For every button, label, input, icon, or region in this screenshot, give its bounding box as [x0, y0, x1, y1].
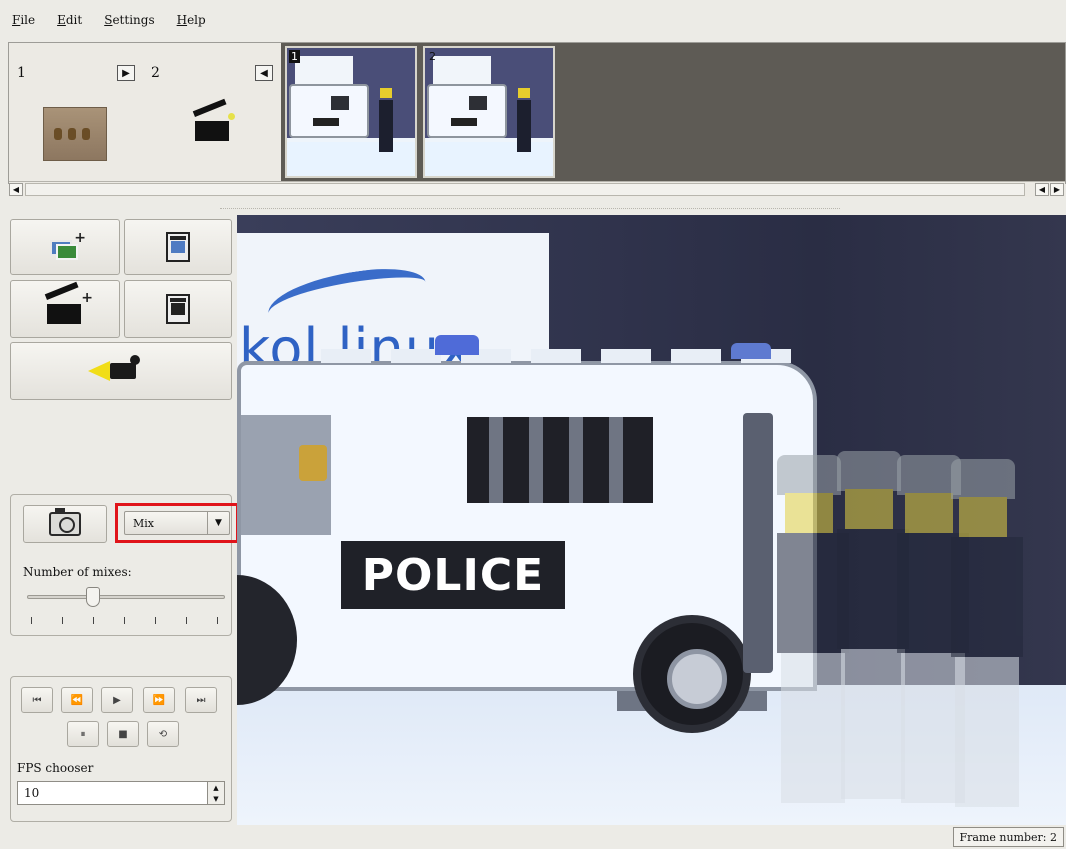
scroll-left-icon[interactable]: ◀: [9, 183, 23, 196]
view-mode-select[interactable]: Mix ▼: [124, 511, 230, 535]
slider-tick: [62, 617, 63, 624]
scroll-left-icon[interactable]: ◀: [1035, 183, 1049, 196]
slider-tick: [217, 617, 218, 624]
menu-help[interactable]: Help: [177, 13, 206, 27]
frame-list: 1 2: [281, 43, 1065, 181]
slider-tick: [124, 617, 125, 624]
stop-button[interactable]: ■: [107, 721, 139, 747]
video-camera-icon: [86, 355, 156, 387]
scroll-right-icon[interactable]: ▶: [1050, 183, 1064, 196]
add-frames-button[interactable]: +: [10, 219, 120, 275]
scene-thumbnail: [43, 107, 107, 161]
remove-scene-icon: [166, 294, 190, 324]
wheel: [633, 615, 751, 733]
frame-thumbnail-1[interactable]: 1: [285, 46, 417, 178]
loop-button[interactable]: ⟲: [147, 721, 179, 747]
open-frame-button[interactable]: [124, 219, 232, 275]
status-frame-number: Frame number: 2: [952, 827, 1064, 847]
highlight-box: Mix ▼: [115, 503, 239, 543]
last-frame-button[interactable]: ⏭: [185, 687, 217, 713]
stop-icon: ■: [118, 728, 128, 740]
chevron-up-icon[interactable]: ▲: [213, 784, 218, 792]
skip-to-start-icon: ⏮: [32, 694, 42, 706]
open-frame-icon: [166, 232, 190, 262]
loop-icon: ⟲: [158, 728, 168, 740]
fps-label: FPS chooser: [17, 761, 94, 775]
rewind-icon: ⏪: [70, 694, 84, 706]
timeline-strip: 1 ▶ 2 ◀ 1 2 ◀ ◀ ▶: [8, 42, 1066, 197]
slider-tick: [186, 617, 187, 624]
fps-stepper[interactable]: ▲ ▼: [207, 781, 225, 805]
take-picture-button[interactable]: [23, 505, 107, 543]
previous-frame-button[interactable]: ⏪: [61, 687, 93, 713]
play-icon: ▶: [113, 694, 121, 706]
chevron-down-icon[interactable]: ▼: [213, 795, 218, 803]
play-left-icon[interactable]: ◀: [255, 65, 273, 81]
frame-number: 1: [289, 50, 300, 63]
scene-item-2[interactable]: 2 ◀: [143, 43, 277, 181]
mixes-slider-track[interactable]: [27, 595, 225, 599]
camera-icon: [49, 508, 81, 536]
police-text: POLICE: [341, 541, 565, 609]
frame-thumbnail-2[interactable]: 2: [423, 46, 555, 178]
menu-file[interactable]: File: [12, 13, 35, 27]
fast-forward-icon: ⏩: [152, 694, 166, 706]
remove-scene-button[interactable]: [124, 280, 232, 338]
clapperboard-icon: [192, 98, 235, 141]
play-button[interactable]: ▶: [101, 687, 133, 713]
capture-group: Mix ▼ Number of mixes:: [10, 494, 239, 636]
scene-number: 1: [17, 65, 26, 81]
pause-icon: ⏸: [80, 728, 86, 740]
menu-settings[interactable]: Settings: [104, 13, 154, 27]
mixes-label: Number of mixes:: [23, 565, 132, 579]
mixes-slider-handle[interactable]: [86, 587, 100, 607]
dropdown-arrow-icon[interactable]: ▼: [207, 512, 229, 534]
view-mode-value: Mix: [133, 516, 154, 530]
new-scene-button[interactable]: +: [10, 280, 120, 338]
play-right-icon[interactable]: ▶: [117, 65, 135, 81]
slider-tick: [155, 617, 156, 624]
frame-number: 2: [429, 50, 436, 63]
horizontal-scrollbar[interactable]: ◀ ◀ ▶: [9, 181, 1065, 197]
first-frame-button[interactable]: ⏮: [21, 687, 53, 713]
splitter-handle[interactable]: [220, 208, 840, 210]
new-scene-icon: +: [44, 281, 93, 324]
scene-item-1[interactable]: 1 ▶: [9, 43, 143, 181]
pause-button[interactable]: ⏸: [67, 721, 99, 747]
frame-viewer[interactable]: kol linux POLICE: [237, 215, 1066, 825]
fps-input[interactable]: 10: [17, 781, 217, 805]
next-frame-button[interactable]: ⏩: [143, 687, 175, 713]
scene-number: 2: [151, 65, 160, 81]
slider-tick: [93, 617, 94, 624]
scene-list: 1 ▶ 2 ◀: [9, 43, 281, 181]
add-frames-icon: +: [48, 230, 86, 260]
skip-to-end-icon: ⏭: [196, 694, 206, 706]
slider-tick: [31, 617, 32, 624]
scrollbar-handle[interactable]: [25, 183, 1025, 196]
playback-group: ⏮ ⏪ ▶ ⏩ ⏭ ⏸ ■ ⟲ FPS chooser 10 ▲ ▼: [10, 676, 232, 822]
menubar: File Edit Settings Help: [0, 0, 1066, 40]
menu-edit[interactable]: Edit: [57, 13, 82, 27]
start-camera-button[interactable]: [10, 342, 232, 400]
